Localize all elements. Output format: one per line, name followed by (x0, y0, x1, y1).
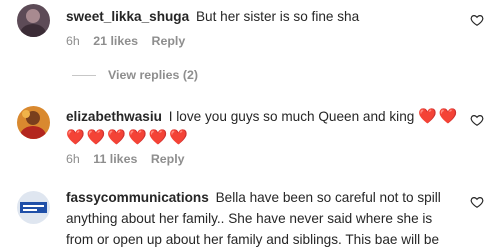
reply-button[interactable]: Reply (152, 34, 186, 48)
comment-likes[interactable]: 21 likes (93, 34, 138, 48)
comment-time[interactable]: 6h (66, 152, 80, 166)
heart-outline-icon[interactable] (470, 195, 484, 209)
view-replies-label: View replies (2) (108, 68, 198, 82)
comment-feed: sweet_likka_shuga But her sister is so f… (0, 0, 500, 252)
comment-username[interactable]: fassycommunications (66, 190, 209, 205)
avatar[interactable] (17, 106, 50, 139)
comment-text: But her sister is so fine sha (195, 9, 360, 24)
divider (72, 75, 96, 77)
comment-time[interactable]: 6h (66, 34, 80, 48)
heart-outline-icon[interactable] (470, 113, 484, 127)
heart-emoji: ❤️❤️❤️❤️❤️❤️ (66, 129, 191, 146)
comment-text: I love you guys so much Queen and king (168, 109, 415, 124)
avatar[interactable] (17, 191, 50, 224)
comment-username[interactable]: sweet_likka_shuga (66, 9, 189, 24)
comment-likes[interactable]: 11 likes (93, 152, 137, 166)
avatar[interactable] (17, 4, 50, 37)
view-replies-button[interactable]: View replies (2) (72, 68, 198, 82)
heart-outline-icon[interactable] (470, 13, 484, 27)
heart-emoji: ❤️❤️ (418, 108, 460, 125)
reply-button[interactable]: Reply (151, 152, 185, 166)
comment-username[interactable]: elizabethwasiu (66, 109, 162, 124)
